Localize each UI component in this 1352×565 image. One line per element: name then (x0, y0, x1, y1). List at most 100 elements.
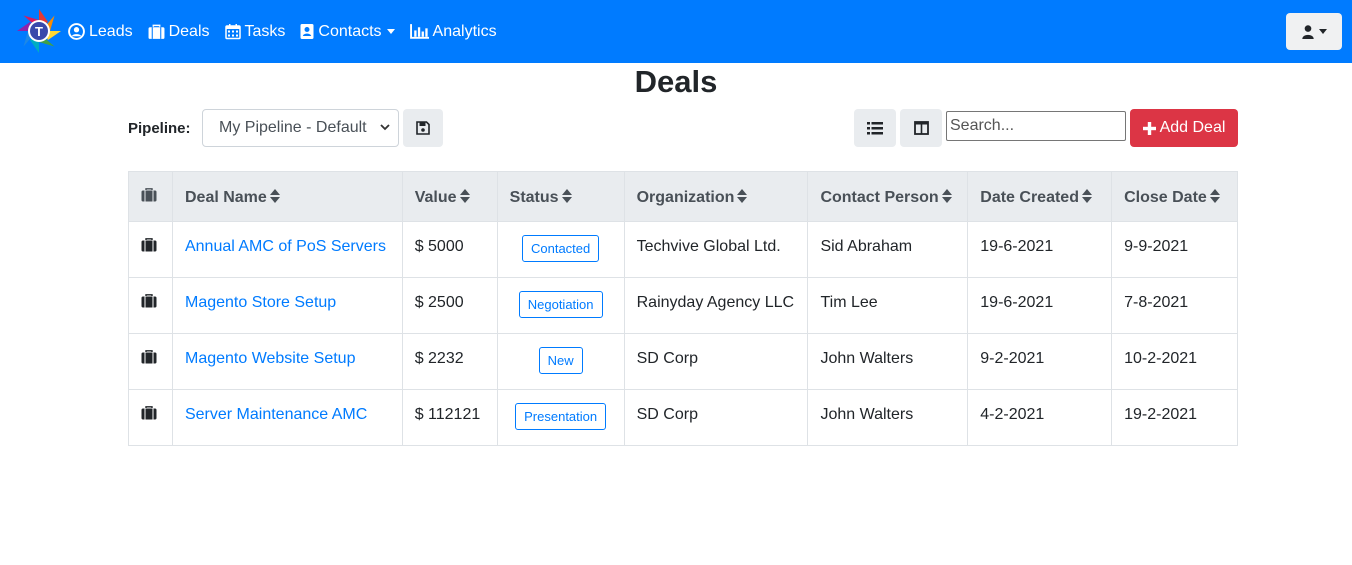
pipeline-select[interactable]: My Pipeline - Default (202, 109, 399, 147)
column-header-label: Status (509, 188, 559, 206)
deal-name-link[interactable]: Magento Store Setup (185, 294, 336, 311)
status-badge: Presentation (515, 403, 607, 431)
row-icon-cell (128, 333, 173, 390)
app-logo[interactable]: T (16, 8, 62, 54)
sort-icon (459, 189, 470, 204)
column-header-status[interactable]: Status (496, 171, 625, 222)
save-pipeline-button[interactable] (403, 109, 443, 147)
bar-chart-icon (409, 24, 429, 39)
value-cell: $ 5000 (401, 221, 498, 278)
deal-name-cell: Server Maintenance AMC (171, 389, 403, 446)
contact-person-cell: John Walters (807, 333, 969, 390)
contact-person-cell: Tim Lee (807, 277, 969, 334)
column-header-date-created[interactable]: Date Created (967, 171, 1113, 222)
board-view-button[interactable] (900, 109, 942, 147)
organization-cell: Techvive Global Ltd. (623, 221, 809, 278)
value-cell: $ 2500 (401, 277, 498, 334)
chevron-down-icon (1318, 29, 1327, 34)
row-icon-cell (128, 221, 173, 278)
status-badge: New (538, 347, 583, 375)
column-header-label: Value (414, 188, 457, 206)
sort-icon (737, 189, 748, 204)
column-header-contact-person[interactable]: Contact Person (807, 171, 969, 222)
chevron-down-icon (380, 124, 390, 131)
status-badge: Negotiation (518, 291, 603, 319)
column-header-label: Contact Person (820, 188, 939, 206)
close-date-cell: 7-8-2021 (1111, 277, 1238, 334)
deal-name-cell: Magento Website Setup (171, 333, 403, 390)
status-cell: Presentation (496, 389, 625, 446)
sort-icon (561, 189, 572, 204)
sort-icon (1081, 189, 1092, 204)
status-badge: Contacted (521, 235, 600, 263)
status-cell: New (496, 333, 625, 390)
deal-name-cell: Magento Store Setup (171, 277, 403, 334)
nav-deals-label: Deals (168, 22, 210, 40)
add-deal-label: Add Deal (1159, 119, 1226, 136)
briefcase-icon (141, 406, 157, 420)
table-header-row: Deal Name Value Status Organization Cont… (128, 171, 1238, 222)
table-row: Magento Store Setup $ 2500 Negotiation R… (128, 277, 1238, 334)
logo-letter: T (35, 24, 43, 39)
value-cell: $ 112121 (401, 389, 498, 446)
list-view-button[interactable] (854, 109, 896, 147)
column-header-value[interactable]: Value (401, 171, 498, 222)
pipeline-label: Pipeline: (128, 120, 191, 137)
sort-icon (1209, 189, 1220, 204)
user-icon (1301, 24, 1314, 39)
date-created-cell: 19-6-2021 (967, 277, 1113, 334)
deal-name-link[interactable]: Magento Website Setup (185, 350, 355, 367)
chevron-down-icon (386, 29, 395, 34)
organization-cell: SD Corp (623, 333, 809, 390)
deal-name-link[interactable]: Server Maintenance AMC (185, 406, 367, 423)
add-deal-button[interactable]: Add Deal (1130, 109, 1238, 147)
deals-table: Deal Name Value Status Organization Cont… (128, 171, 1238, 446)
floppy-disk-icon (416, 121, 430, 135)
status-cell: Contacted (496, 221, 625, 278)
column-header-label: Deal Name (184, 188, 267, 206)
column-header-label: Close Date (1124, 188, 1207, 206)
column-header-close-date[interactable]: Close Date (1111, 171, 1238, 222)
search-input[interactable] (946, 111, 1126, 141)
list-icon (867, 121, 883, 134)
row-icon-cell (128, 277, 173, 334)
organization-cell: Rainyday Agency LLC (623, 277, 809, 334)
header-icon-cell (128, 171, 173, 222)
nav-tasks-label: Tasks (244, 22, 286, 40)
status-cell: Negotiation (496, 277, 625, 334)
calendar-icon (224, 24, 241, 40)
close-date-cell: 9-9-2021 (1111, 221, 1238, 278)
nav-deals[interactable]: Deals (148, 23, 210, 41)
table-row: Magento Website Setup $ 2232 New SD Corp… (128, 333, 1238, 390)
date-created-cell: 19-6-2021 (967, 221, 1113, 278)
column-header-deal-name[interactable]: Deal Name (171, 171, 403, 222)
nav-analytics-label: Analytics (432, 22, 497, 40)
contact-person-cell: John Walters (807, 389, 969, 446)
columns-icon (913, 121, 929, 135)
column-header-organization[interactable]: Organization (623, 171, 809, 222)
deal-name-link[interactable]: Annual AMC of PoS Servers (185, 238, 386, 255)
nav-contacts-label: Contacts (318, 22, 382, 40)
sort-icon (269, 189, 280, 204)
nav-analytics[interactable]: Analytics (409, 22, 497, 41)
nav-tasks[interactable]: Tasks (224, 22, 286, 41)
date-created-cell: 4-2-2021 (967, 389, 1113, 446)
briefcase-icon (148, 24, 165, 39)
user-menu-button[interactable] (1286, 13, 1342, 50)
pipeline-select-value: My Pipeline - Default (219, 119, 367, 136)
plus-icon (1142, 121, 1156, 135)
nav-contacts[interactable]: Contacts (300, 22, 395, 41)
briefcase-icon (141, 238, 157, 252)
sort-icon (941, 189, 952, 204)
address-book-icon (300, 24, 314, 39)
briefcase-icon (141, 188, 157, 202)
page-title: Deals (634, 64, 718, 99)
top-navbar: T Leads Deals Tasks Contacts Analytics (0, 0, 1352, 63)
organization-cell: SD Corp (623, 389, 809, 446)
close-date-cell: 19-2-2021 (1111, 389, 1238, 446)
column-header-label: Organization (636, 188, 735, 206)
nav-leads[interactable]: Leads (68, 23, 133, 41)
user-circle-icon (68, 23, 85, 40)
briefcase-icon (141, 294, 157, 308)
row-icon-cell (128, 389, 173, 446)
